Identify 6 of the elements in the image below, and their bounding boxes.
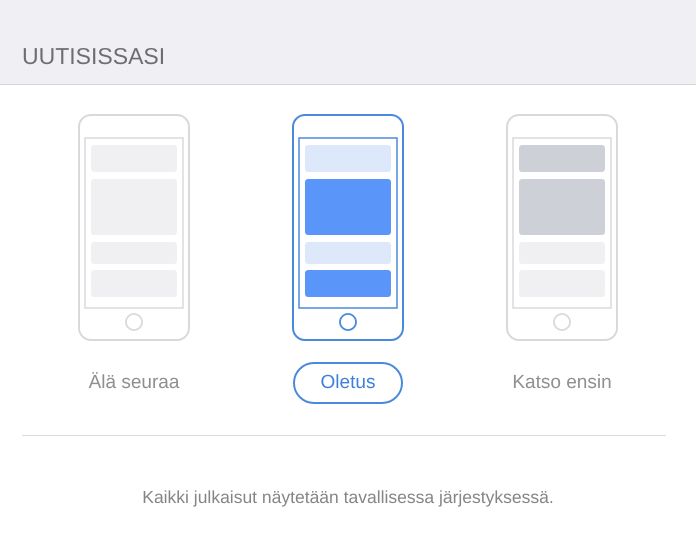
option-label[interactable]: Älä seuraa [74, 362, 194, 404]
phone-drawing[interactable] [292, 114, 404, 341]
option-label[interactable]: Katso ensin [498, 362, 626, 404]
option-label[interactable]: Oletus [293, 362, 403, 404]
section-header: UUTISISSASI [22, 45, 166, 68]
description-text: Kaikki julkaisut näytetään tavallisessa järjestyksessä. [141, 486, 555, 509]
